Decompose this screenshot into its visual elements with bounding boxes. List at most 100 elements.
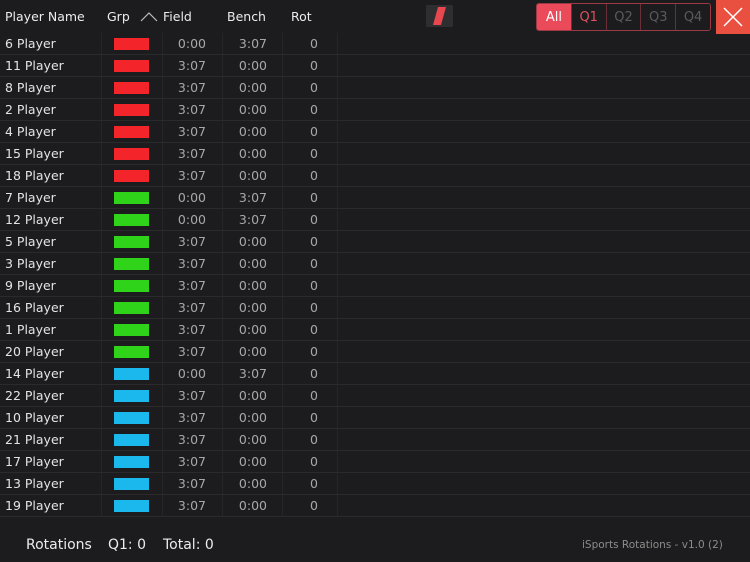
- column-header-rot[interactable]: Rot: [291, 9, 312, 24]
- rotation-count: 0: [310, 322, 318, 337]
- quarter-tab-q1[interactable]: Q1: [570, 4, 606, 30]
- player-name: 5 Player: [5, 234, 56, 249]
- quarter-tab-q3[interactable]: Q3: [640, 4, 676, 30]
- field-time: 3:07: [177, 80, 206, 95]
- app-version: iSports Rotations - v1.0 (2): [582, 539, 723, 551]
- player-row[interactable]: 10 Player 3:07 0:00 0: [0, 407, 750, 429]
- group-color-swatch[interactable]: [114, 280, 149, 292]
- player-row[interactable]: 17 Player 3:07 0:00 0: [0, 451, 750, 473]
- player-row[interactable]: 4 Player 3:07 0:00 0: [0, 121, 750, 143]
- player-name: 16 Player: [5, 300, 64, 315]
- rotation-count: 0: [310, 256, 318, 271]
- group-color-swatch[interactable]: [114, 60, 149, 72]
- player-row[interactable]: 20 Player 3:07 0:00 0: [0, 341, 750, 363]
- player-row[interactable]: 18 Player 3:07 0:00 0: [0, 165, 750, 187]
- rotations-label: Rotations: [26, 537, 92, 553]
- player-name: 21 Player: [5, 432, 64, 447]
- player-row[interactable]: 7 Player 0:00 3:07 0: [0, 187, 750, 209]
- close-icon: [723, 7, 743, 27]
- column-header-group[interactable]: Grp: [107, 9, 130, 24]
- rotation-count: 0: [310, 212, 318, 227]
- player-row[interactable]: 16 Player 3:07 0:00 0: [0, 297, 750, 319]
- rotation-count: 0: [310, 168, 318, 183]
- group-color-swatch[interactable]: [114, 412, 149, 424]
- rotation-count: 0: [310, 388, 318, 403]
- group-color-swatch[interactable]: [114, 38, 149, 50]
- group-color-swatch[interactable]: [114, 324, 149, 336]
- rotation-count: 0: [310, 234, 318, 249]
- player-name: 15 Player: [5, 146, 64, 161]
- field-time: 3:07: [177, 234, 206, 249]
- quarter-tab-q2[interactable]: Q2: [605, 4, 641, 30]
- bench-time: 0:00: [238, 102, 267, 117]
- rotation-count: 0: [310, 102, 318, 117]
- bench-time: 0:00: [238, 234, 267, 249]
- rotations-screen: Player Name Grp Field Bench Rot 6 Player…: [0, 0, 750, 562]
- group-color-swatch[interactable]: [114, 82, 149, 94]
- player-row[interactable]: 2 Player 3:07 0:00 0: [0, 99, 750, 121]
- player-row[interactable]: 5 Player 3:07 0:00 0: [0, 231, 750, 253]
- bench-time: 0:00: [238, 498, 267, 513]
- group-color-swatch[interactable]: [114, 170, 149, 182]
- column-header-field[interactable]: Field: [163, 9, 192, 24]
- quarter-tab-q4[interactable]: Q4: [675, 4, 710, 30]
- close-button[interactable]: [716, 0, 750, 34]
- player-row[interactable]: 11 Player 3:07 0:00 0: [0, 55, 750, 77]
- group-color-swatch[interactable]: [114, 346, 149, 358]
- group-color-swatch[interactable]: [114, 368, 149, 380]
- group-color-swatch[interactable]: [114, 390, 149, 402]
- field-time: 3:07: [177, 300, 206, 315]
- player-row[interactable]: 8 Player 3:07 0:00 0: [0, 77, 750, 99]
- group-color-swatch[interactable]: [114, 104, 149, 116]
- field-time: 0:00: [177, 36, 206, 51]
- player-row[interactable]: 15 Player 3:07 0:00 0: [0, 143, 750, 165]
- player-row[interactable]: 21 Player 3:07 0:00 0: [0, 429, 750, 451]
- column-header-bench[interactable]: Bench: [227, 9, 266, 24]
- quarter-tab-all[interactable]: All: [537, 4, 571, 30]
- bench-time: 0:00: [238, 168, 267, 183]
- player-name: 1 Player: [5, 322, 56, 337]
- group-color-swatch[interactable]: [114, 192, 149, 204]
- group-color-swatch[interactable]: [114, 236, 149, 248]
- player-row[interactable]: 22 Player 3:07 0:00 0: [0, 385, 750, 407]
- footer: Rotations Q1: 0 Total: 0 iSports Rotatio…: [0, 533, 750, 562]
- rotation-count: 0: [310, 58, 318, 73]
- player-name: 3 Player: [5, 256, 56, 271]
- player-row[interactable]: 13 Player 3:07 0:00 0: [0, 473, 750, 495]
- field-time: 3:07: [177, 432, 206, 447]
- field-time: 3:07: [177, 124, 206, 139]
- bench-time: 0:00: [238, 476, 267, 491]
- field-time: 3:07: [177, 476, 206, 491]
- player-row[interactable]: 19 Player 3:07 0:00 0: [0, 495, 750, 517]
- group-color-swatch[interactable]: [114, 500, 149, 512]
- column-header-player-name[interactable]: Player Name: [5, 9, 85, 24]
- field-time: 3:07: [177, 410, 206, 425]
- field-time: 3:07: [177, 498, 206, 513]
- group-color-swatch[interactable]: [114, 302, 149, 314]
- player-row[interactable]: 14 Player 0:00 3:07 0: [0, 363, 750, 385]
- player-name: 12 Player: [5, 212, 64, 227]
- group-color-swatch[interactable]: [114, 258, 149, 270]
- field-time: 3:07: [177, 168, 206, 183]
- field-time: 3:07: [177, 322, 206, 337]
- player-name: 13 Player: [5, 476, 64, 491]
- player-name: 19 Player: [5, 498, 64, 513]
- player-row[interactable]: 12 Player 0:00 3:07 0: [0, 209, 750, 231]
- bench-time: 3:07: [238, 36, 267, 51]
- player-row[interactable]: 1 Player 3:07 0:00 0: [0, 319, 750, 341]
- chevron-up-icon[interactable]: [140, 10, 158, 22]
- group-color-swatch[interactable]: [114, 456, 149, 468]
- player-row[interactable]: 6 Player 0:00 3:07 0: [0, 33, 750, 55]
- player-row[interactable]: 9 Player 3:07 0:00 0: [0, 275, 750, 297]
- group-color-swatch[interactable]: [114, 434, 149, 446]
- bench-time: 3:07: [238, 190, 267, 205]
- player-row[interactable]: 3 Player 3:07 0:00 0: [0, 253, 750, 275]
- group-color-swatch[interactable]: [114, 148, 149, 160]
- group-color-swatch[interactable]: [114, 478, 149, 490]
- field-time: 3:07: [177, 102, 206, 117]
- group-color-swatch[interactable]: [114, 126, 149, 138]
- player-name: 22 Player: [5, 388, 64, 403]
- group-color-swatch[interactable]: [114, 214, 149, 226]
- rotation-count: 0: [310, 410, 318, 425]
- bench-time: 0:00: [238, 80, 267, 95]
